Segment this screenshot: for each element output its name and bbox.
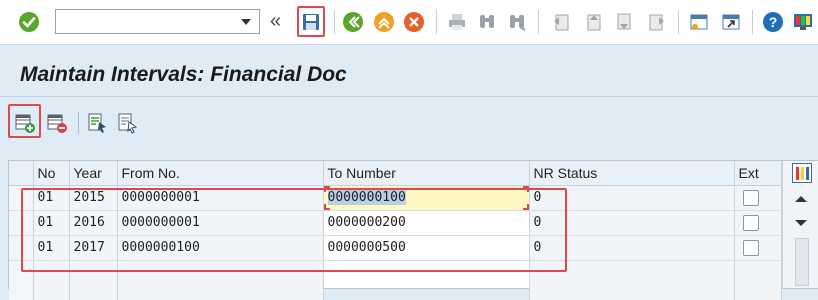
enter-icon[interactable] [18, 10, 40, 34]
chevron-down-icon[interactable] [241, 19, 251, 25]
collapse-icon[interactable]: « [270, 9, 281, 33]
cell-ext [734, 210, 782, 236]
deselect-all-icon[interactable] [116, 112, 138, 134]
shortcut-icon[interactable] [720, 10, 742, 34]
title-bar: Maintain Intervals: Financial Doc [0, 55, 818, 97]
divider [752, 10, 753, 34]
page-title: Maintain Intervals: Financial Doc [20, 63, 347, 86]
command-input[interactable] [56, 10, 236, 33]
scroll-track[interactable] [795, 238, 809, 286]
next-page-icon[interactable] [614, 10, 636, 34]
rows-highlight [21, 188, 567, 272]
select-all-icon[interactable] [86, 112, 108, 134]
divider [436, 10, 437, 34]
print-icon[interactable] [446, 10, 468, 34]
divider [538, 10, 539, 34]
insert-row-highlight [8, 104, 41, 138]
cell-ext [734, 185, 782, 211]
customize-layout-icon[interactable] [792, 10, 814, 34]
vertical-scrollbar[interactable] [782, 161, 818, 288]
create-session-icon[interactable] [688, 10, 710, 34]
help-icon[interactable]: ? [762, 10, 784, 34]
find-next-icon[interactable] [506, 10, 528, 34]
scroll-down-icon[interactable] [795, 220, 807, 226]
column-header-from-no[interactable]: From No. [117, 161, 324, 186]
first-page-icon[interactable] [550, 10, 572, 34]
column-settings-icon[interactable] [792, 163, 812, 183]
save-highlight [297, 6, 325, 37]
delete-row-icon[interactable] [46, 112, 68, 134]
divider [334, 10, 335, 34]
ext-checkbox[interactable] [742, 239, 759, 256]
column-header-no[interactable]: No [33, 161, 70, 186]
system-toolbar: « ? [0, 0, 818, 45]
previous-page-icon[interactable] [582, 10, 604, 34]
ext-checkbox[interactable] [742, 189, 759, 206]
column-header-nr-status[interactable]: NR Status [529, 161, 735, 186]
empty-cell [734, 260, 782, 300]
cell-ext [734, 235, 782, 261]
column-header-to-number[interactable]: To Number [323, 161, 530, 186]
column-header-ext[interactable]: Ext [734, 161, 782, 186]
scroll-up-icon[interactable] [795, 196, 807, 202]
ext-checkbox[interactable] [742, 214, 759, 231]
svg-text:?: ? [769, 14, 778, 30]
find-icon[interactable] [476, 10, 498, 34]
column-header-year[interactable]: Year [69, 161, 118, 186]
cancel-icon[interactable] [403, 10, 425, 34]
last-page-icon[interactable] [646, 10, 668, 34]
row-selector-header[interactable] [9, 161, 34, 186]
table-header-row: No Year From No. To Number NR Status Ext [9, 161, 782, 186]
exit-icon[interactable] [373, 10, 395, 34]
command-field[interactable] [55, 9, 260, 34]
back-icon[interactable] [342, 10, 364, 34]
divider [78, 112, 79, 134]
divider [678, 10, 679, 34]
